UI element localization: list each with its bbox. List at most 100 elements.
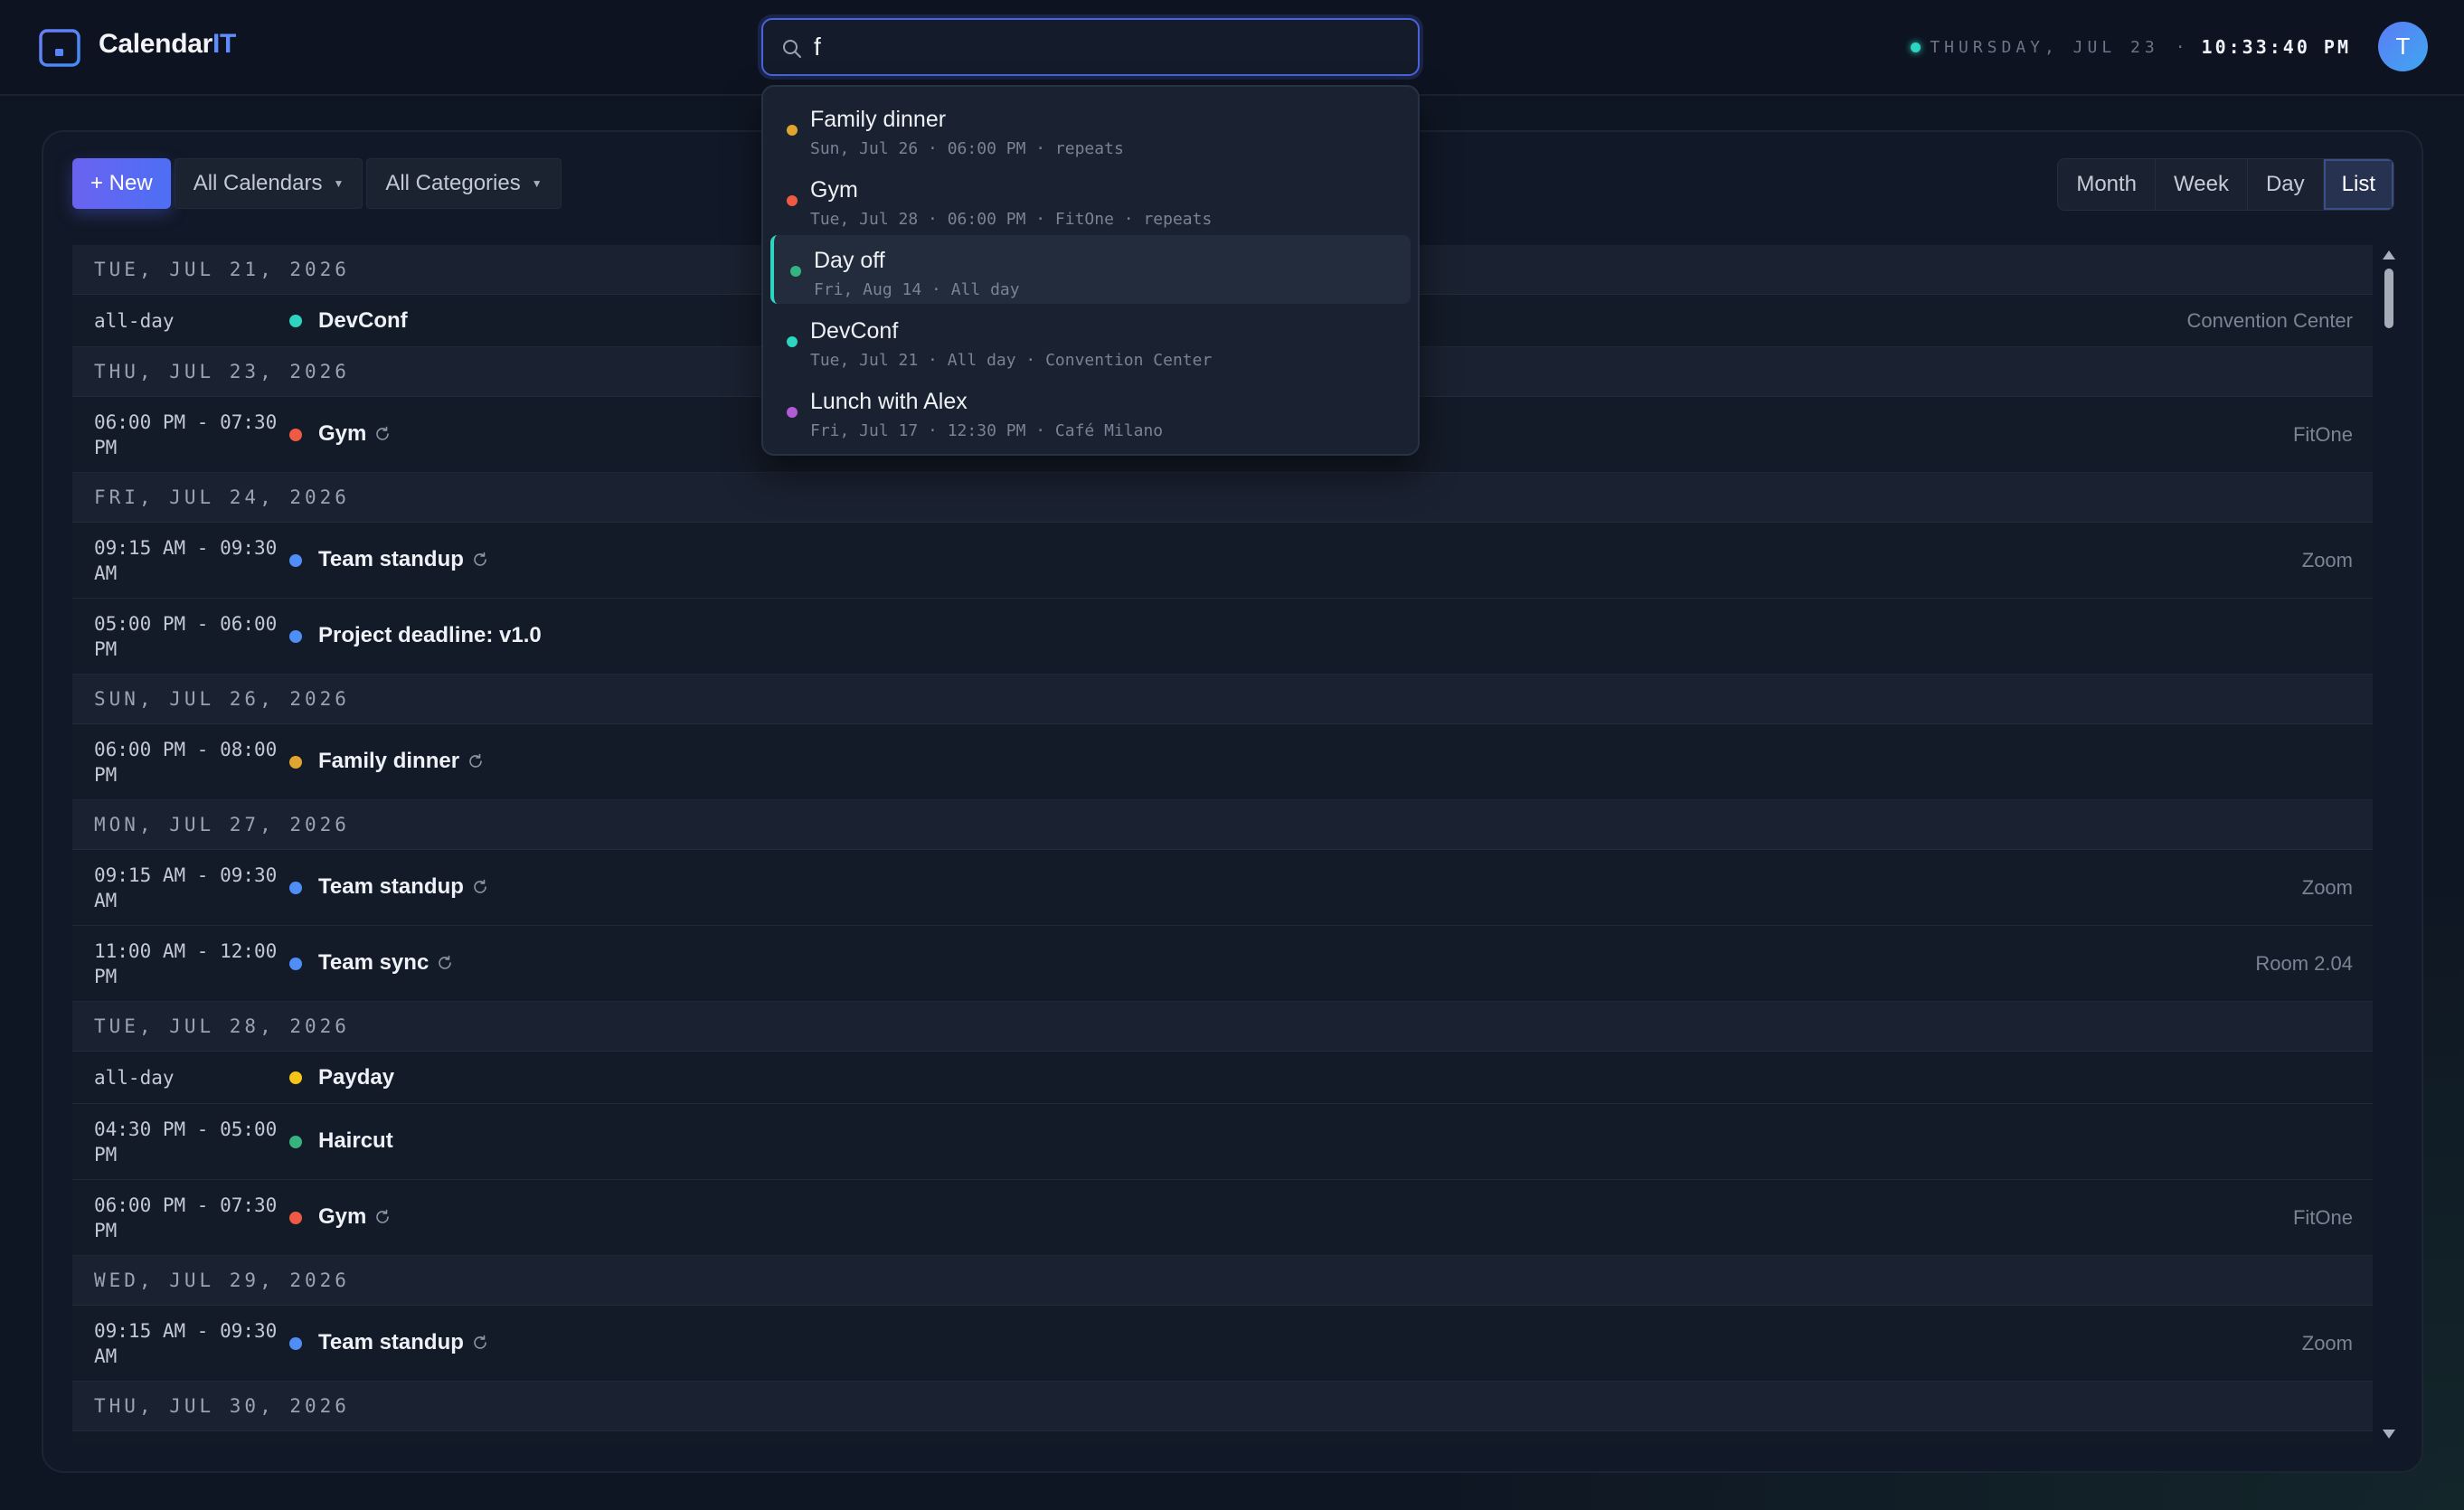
suggestion-color-dot	[787, 195, 798, 206]
repeat-icon	[439, 955, 452, 969]
search-box[interactable]	[761, 18, 1420, 76]
suggestion-title: Family dinner	[810, 107, 947, 132]
event-title: Gym	[318, 421, 367, 446]
view-day-button[interactable]: Day	[2248, 159, 2324, 210]
event-title: Team standup	[318, 1330, 464, 1354]
view-month-button[interactable]: Month	[2058, 159, 2157, 210]
event-row[interactable]: 09:15 AM - 09:30 AM Team standup Zoom	[72, 1306, 2373, 1382]
event-title-wrap: Family dinner	[318, 749, 485, 774]
scroll-down-arrow-icon[interactable]	[2383, 1430, 2395, 1439]
event-title: Team standup	[318, 547, 464, 571]
categories-filter-dropdown[interactable]: All Categories ▼	[366, 158, 562, 209]
suggestion-title: DevConf	[810, 318, 899, 344]
event-title: Project deadline: v1.0	[318, 623, 542, 647]
event-title-wrap: Team standup	[318, 1330, 489, 1355]
caret-down-icon: ▼	[531, 177, 543, 190]
search-input[interactable]	[814, 29, 1392, 65]
event-color-dot	[289, 630, 302, 643]
suggestion-color-dot	[787, 407, 798, 418]
event-title-wrap: Payday	[318, 1065, 394, 1090]
event-color-dot	[289, 1212, 302, 1224]
suggestion-meta: Fri, Aug 14 · All day	[814, 280, 1020, 299]
suggestion-meta: Fri, Jul 17 · 12:30 PM · Café Milano	[810, 421, 1164, 440]
calendars-filter-dropdown[interactable]: All Calendars ▼	[174, 158, 363, 209]
event-title-wrap: Gym	[318, 421, 392, 447]
day-header: THU, JUL 30, 2026	[72, 1382, 2373, 1431]
view-switcher: Month Week Day List	[2057, 158, 2394, 211]
brand-accent: IT	[212, 29, 237, 59]
event-location: FitOne	[2292, 1206, 2353, 1229]
event-title: Team sync	[318, 950, 430, 975]
event-color-dot	[289, 1337, 302, 1350]
event-row[interactable]: 06:00 PM - 07:30 PM Gym FitOne	[72, 1180, 2373, 1256]
event-time: 06:00 PM - 07:30 PM	[94, 1194, 278, 1241]
top-bar: CalendarIT THURSDAY, JUL 23 · 10:33:40 P…	[0, 0, 2464, 96]
event-location: Zoom	[2301, 876, 2353, 899]
repeat-icon	[376, 426, 390, 440]
event-time: 04:30 PM - 05:00 PM	[94, 1118, 278, 1166]
suggestion-item[interactable]: DevConf Tue, Jul 21 · All day · Conventi…	[770, 306, 1411, 374]
suggestion-item[interactable]: Lunch with Alex Fri, Jul 17 · 12:30 PM ·…	[770, 376, 1411, 445]
repeat-icon	[469, 753, 482, 768]
scroll-thumb[interactable]	[2384, 269, 2393, 328]
caret-down-icon: ▼	[333, 177, 345, 190]
event-title: Payday	[318, 1065, 395, 1090]
live-indicator-icon	[1911, 42, 1921, 52]
toolbar-left: + New All Calendars ▼ All Categories ▼	[72, 158, 562, 209]
clock: THURSDAY, JUL 23 · 10:33:40 PM	[1911, 34, 2351, 60]
event-time: 06:00 PM - 07:30 PM	[94, 411, 278, 458]
day-header: FRI, JUL 24, 2026	[72, 473, 2373, 523]
event-time: all-day	[94, 1067, 175, 1089]
event-time: 09:15 AM - 09:30 AM	[94, 1320, 278, 1367]
event-location: Convention Center	[2186, 309, 2353, 332]
event-title-wrap: Gym	[318, 1204, 392, 1230]
day-header: SUN, JUL 26, 2026	[72, 675, 2373, 724]
suggestion-title: Day off	[814, 248, 885, 273]
user-avatar[interactable]: T	[2378, 22, 2428, 71]
event-row[interactable]: 06:00 PM - 08:00 PM Family dinner	[72, 724, 2373, 800]
view-week-button[interactable]: Week	[2156, 159, 2248, 210]
event-title: DevConf	[318, 308, 408, 333]
suggestion-title: Gym	[810, 177, 858, 203]
suggestion-meta: Tue, Jul 28 · 06:00 PM · FitOne · repeat…	[810, 210, 1213, 229]
event-row[interactable]: 11:00 AM - 12:00 PM Team sync Room 2.04	[72, 926, 2373, 1002]
event-title-wrap: Team standup	[318, 874, 489, 900]
event-time: all-day	[94, 310, 175, 332]
view-list-button[interactable]: List	[2323, 159, 2393, 210]
event-color-dot	[289, 315, 302, 327]
calendars-filter-label: All Calendars	[193, 171, 323, 195]
event-row[interactable]: 09:15 AM - 09:30 AM Team standup Zoom	[72, 850, 2373, 926]
app-brand[interactable]: CalendarIT	[99, 29, 236, 60]
event-title: Haircut	[318, 1128, 393, 1153]
event-title-wrap: Project deadline: v1.0	[318, 623, 542, 648]
event-row[interactable]: 09:15 AM - 09:30 AM Team standup Zoom	[72, 523, 2373, 599]
suggestion-meta: Tue, Jul 21 · All day · Convention Cente…	[810, 351, 1213, 370]
list-scrollbar[interactable]	[2381, 245, 2397, 1444]
repeat-icon	[474, 1335, 486, 1349]
event-title: Family dinner	[318, 749, 460, 773]
calendar-logo-icon	[39, 24, 80, 67]
suggestion-item-active[interactable]: Day off Fri, Aug 14 · All day	[770, 235, 1411, 304]
day-header: MON, JUL 27, 2026	[72, 800, 2373, 850]
day-header: TUE, JUL 28, 2026	[72, 1002, 2373, 1052]
event-time: 06:00 PM - 08:00 PM	[94, 739, 278, 786]
event-title: Team standup	[318, 874, 464, 899]
clock-date: THURSDAY, JUL 23	[1930, 37, 2159, 57]
event-color-dot	[289, 1071, 302, 1084]
suggestion-item[interactable]: Family dinner Sun, Jul 26 · 06:00 PM · r…	[770, 94, 1411, 163]
categories-filter-label: All Categories	[385, 171, 521, 195]
event-color-dot	[289, 1136, 302, 1148]
suggestion-title: Lunch with Alex	[810, 389, 968, 414]
event-row[interactable]: 04:30 PM - 05:00 PM Haircut	[72, 1104, 2373, 1180]
event-color-dot	[289, 756, 302, 769]
suggestion-color-dot	[790, 266, 801, 277]
event-color-dot	[289, 958, 302, 970]
suggestion-item[interactable]: Gym Tue, Jul 28 · 06:00 PM · FitOne · re…	[770, 165, 1411, 233]
event-location: Room 2.04	[2255, 952, 2353, 975]
event-row[interactable]: all-day Payday	[72, 1052, 2373, 1104]
event-row[interactable]: 05:00 PM - 06:00 PM Project deadline: v1.…	[72, 599, 2373, 675]
event-time: 05:00 PM - 06:00 PM	[94, 613, 278, 660]
new-event-button[interactable]: + New	[72, 158, 171, 209]
suggestion-meta: Sun, Jul 26 · 06:00 PM · repeats	[810, 139, 1124, 158]
scroll-up-arrow-icon[interactable]	[2383, 250, 2395, 260]
